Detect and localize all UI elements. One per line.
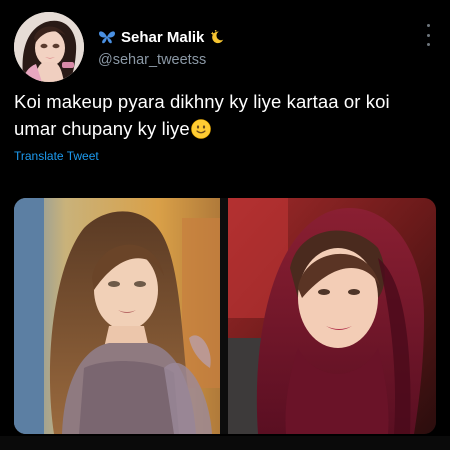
- photo-right[interactable]: [228, 198, 436, 434]
- display-name[interactable]: Sehar Malik: [121, 29, 204, 46]
- moon-stars-icon: [211, 29, 224, 44]
- footer-strip: [0, 436, 450, 450]
- butterfly-icon: [99, 31, 115, 44]
- name-row[interactable]: Sehar Malik: [98, 26, 225, 48]
- more-options-icon[interactable]: [420, 24, 436, 46]
- translate-tweet-link[interactable]: Translate Tweet: [14, 149, 99, 163]
- handle[interactable]: @sehar_tweetss: [98, 52, 206, 68]
- photo-left[interactable]: [14, 198, 220, 434]
- slightly-smiling-face-icon: [190, 119, 211, 139]
- avatar[interactable]: [14, 12, 84, 82]
- tweet: Sehar Malik @sehar_tweetss Koi makeup py…: [0, 0, 450, 450]
- tweet-header: Sehar Malik @sehar_tweetss: [14, 12, 436, 82]
- avatar-image: [14, 12, 84, 82]
- tweet-text: Koi makeup pyara dikhny ky liye kartaa o…: [14, 88, 434, 142]
- media-grid: [14, 198, 436, 434]
